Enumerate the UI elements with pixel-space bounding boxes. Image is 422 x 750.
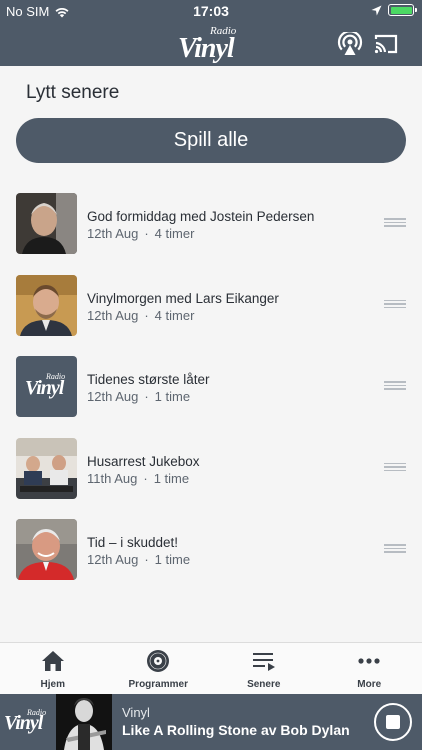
radio-vinyl-thumbnail: Radio Vinyl	[16, 356, 77, 417]
stop-icon	[386, 715, 400, 729]
meta-separator: ·	[143, 470, 148, 486]
episode-title: Vinylmorgen med Lars Eikanger	[87, 290, 279, 306]
episode-title: God formiddag med Jostein Pedersen	[87, 209, 315, 224]
now-playing-track: Like A Rolling Stone av Bob Dylan	[122, 722, 350, 738]
episode-duration: 1 time	[154, 552, 191, 567]
main-content: Lytt senere Spill alle God formiddag med…	[0, 66, 422, 642]
location-arrow-icon	[371, 5, 382, 15]
episode-date: 12th Aug	[87, 552, 139, 567]
list-item[interactable]: Tid – i skuddet! 12th Aug · 1 time	[0, 519, 422, 601]
drag-handle-icon[interactable]	[384, 462, 406, 473]
play-all-button[interactable]: Spill alle	[16, 118, 406, 163]
album-art	[56, 694, 112, 750]
episode-meta: 11th Aug · 1 time	[87, 471, 189, 486]
list-item[interactable]: God formiddag med Jostein Pedersen 12th …	[0, 193, 422, 275]
episode-date: 12th Aug	[87, 226, 139, 241]
tab-label: More	[357, 679, 382, 690]
stop-button[interactable]	[374, 703, 412, 741]
tab-bar: Hjem Programmer Senere More	[0, 642, 422, 694]
episode-thumbnail	[16, 193, 77, 254]
tab-more[interactable]: More	[317, 643, 422, 695]
list-item[interactable]: Husarrest Jukebox 11th Aug · 1 time	[0, 437, 422, 520]
player-station-logo: Radio Vinyl	[0, 694, 56, 750]
drag-handle-icon[interactable]	[384, 299, 406, 310]
episode-date: 12th Aug	[87, 389, 139, 404]
player-station-name: Vinyl	[122, 705, 150, 720]
battery-full-icon	[388, 4, 417, 16]
drag-handle-icon[interactable]	[384, 218, 406, 228]
radio-vinyl-logo: Radio Vinyl	[178, 25, 244, 64]
episode-list: God formiddag med Jostein Pedersen 12th …	[0, 193, 422, 601]
page-title: Lytt senere	[26, 82, 120, 103]
list-item[interactable]: Radio Vinyl Tidenes største låter 12th A…	[0, 356, 422, 438]
episode-title: Husarrest Jukebox	[87, 453, 200, 469]
cast-icon[interactable]	[373, 32, 399, 56]
tab-senere[interactable]: Senere	[211, 643, 317, 695]
episode-thumbnail	[16, 519, 77, 580]
clock: 17:03	[193, 3, 229, 19]
episode-thumbnail	[16, 274, 77, 336]
tab-label: Senere	[247, 679, 281, 690]
drag-handle-icon[interactable]	[384, 381, 406, 391]
episode-meta: 12th Aug · 4 timer	[87, 308, 194, 323]
tab-label: Hjem	[40, 679, 65, 690]
logo-vinyl-text: Vinyl	[178, 33, 235, 64]
vinyl-record-icon	[147, 650, 170, 672]
episode-duration: 1 time	[153, 470, 190, 486]
episode-date: 12th Aug	[87, 307, 139, 323]
home-icon	[41, 651, 64, 671]
mini-player[interactable]: Radio Vinyl Vinyl Like A Rolling Stone a…	[0, 694, 422, 750]
episode-duration: 1 time	[154, 389, 191, 404]
meta-separator: ·	[144, 552, 149, 567]
episode-title: Tidenes største låter	[87, 372, 210, 387]
drag-handle-icon[interactable]	[384, 544, 406, 554]
episode-duration: 4 timer	[154, 307, 195, 323]
meta-separator: ·	[144, 389, 149, 404]
tab-programmer[interactable]: Programmer	[106, 643, 212, 695]
thumb-logo-vinyl-text: Vinyl	[25, 377, 64, 399]
list-item[interactable]: Vinylmorgen med Lars Eikanger 12th Aug · 4…	[0, 274, 422, 357]
episode-title: Tid – i skuddet!	[87, 535, 179, 550]
episode-meta: 12th Aug · 1 time	[87, 552, 190, 567]
episode-date: 11th Aug	[87, 470, 138, 486]
status-bar: No SIM 17:03	[0, 0, 422, 22]
airplay-icon[interactable]	[337, 32, 363, 56]
episode-duration: 4 timer	[154, 226, 195, 241]
episode-meta: 12th Aug · 1 time	[87, 389, 190, 404]
nav-bar: Radio Vinyl	[0, 22, 422, 66]
episode-meta: 12th Aug · 4 timer	[87, 226, 194, 241]
meta-separator: ·	[144, 226, 149, 241]
tab-label: Programmer	[128, 679, 188, 690]
episode-thumbnail	[16, 437, 77, 499]
meta-separator: ·	[144, 307, 149, 323]
player-logo-vinyl-text: Vinyl	[4, 712, 43, 734]
tab-hjem[interactable]: Hjem	[0, 643, 106, 695]
more-dots-icon	[358, 658, 380, 664]
playlist-icon	[252, 653, 275, 671]
status-right	[371, 4, 417, 16]
